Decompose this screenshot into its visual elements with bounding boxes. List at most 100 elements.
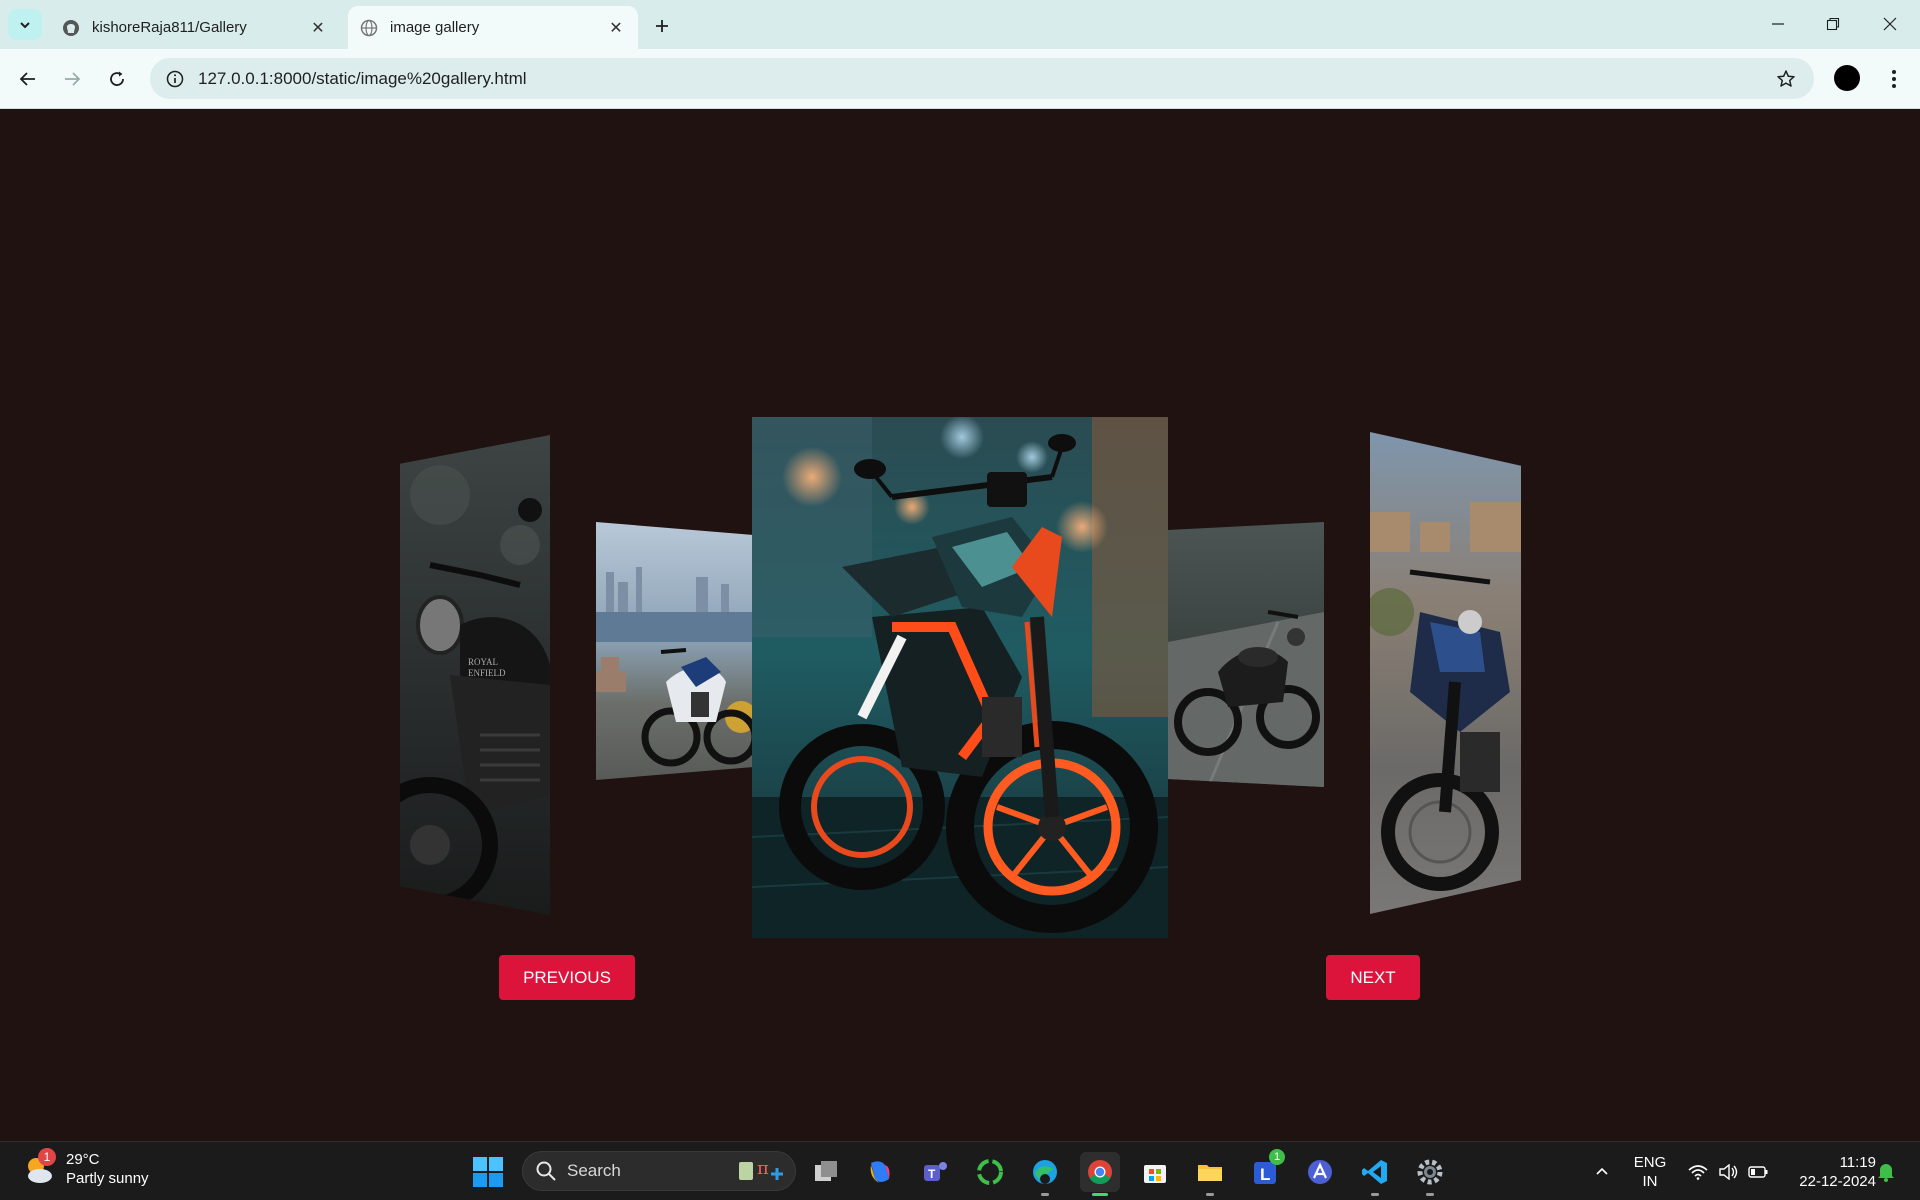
language-region: IN	[1642, 1172, 1658, 1190]
forward-button[interactable]	[56, 63, 88, 95]
language-code: ENG	[1633, 1153, 1667, 1171]
restore-button[interactable]	[1813, 8, 1853, 40]
teams-icon: T	[924, 1162, 947, 1181]
chevron-up-icon	[1596, 1167, 1608, 1175]
search-highlight-icon: π	[739, 1158, 783, 1180]
active-indicator	[1092, 1193, 1108, 1196]
vscode-icon	[1362, 1160, 1387, 1184]
refresh-app-icon	[977, 1159, 1003, 1185]
close-icon[interactable]: ✕	[604, 16, 628, 40]
l-app-button[interactable]: L 1	[1245, 1149, 1285, 1192]
browser-menu-button[interactable]	[1880, 63, 1908, 95]
minimize-button[interactable]	[1758, 8, 1798, 40]
address-bar[interactable]: 127.0.0.1:8000/static/image%20gallery.ht…	[150, 58, 1814, 99]
edge-button[interactable]	[1025, 1152, 1065, 1196]
svg-text:π: π	[757, 1158, 769, 1179]
weather-condition: Partly sunny	[66, 1170, 149, 1187]
folder-icon	[1198, 1165, 1222, 1181]
settings-button[interactable]	[1410, 1152, 1450, 1196]
profile-avatar[interactable]	[1834, 65, 1860, 91]
task-view-button[interactable]	[806, 1152, 846, 1192]
bell-icon	[1878, 1163, 1894, 1182]
search-icon	[536, 1161, 556, 1181]
gallery-slide-center[interactable]	[752, 417, 1168, 938]
vscode-button[interactable]	[1355, 1152, 1395, 1196]
file-explorer-button[interactable]	[1190, 1152, 1230, 1196]
copilot-icon	[870, 1161, 890, 1183]
l-app-badge: 1	[1269, 1149, 1285, 1165]
restore-icon	[1826, 17, 1840, 31]
close-icon[interactable]: ✕	[306, 16, 330, 40]
arc-icon	[1308, 1160, 1332, 1184]
chrome-icon	[1088, 1160, 1112, 1185]
close-icon	[1883, 17, 1897, 31]
url-text[interactable]: 127.0.0.1:8000/static/image%20gallery.ht…	[198, 69, 1772, 89]
taskbar-search[interactable]: Search π	[522, 1151, 796, 1191]
reload-icon	[110, 71, 124, 86]
previous-button[interactable]: PREVIOUS	[499, 955, 635, 1000]
weather-badge: 1	[38, 1148, 56, 1166]
tab-image-gallery[interactable]: image gallery ✕	[348, 6, 638, 49]
refresh-app-button[interactable]	[970, 1152, 1010, 1192]
store-icon	[1144, 1165, 1166, 1183]
more-vertical-icon	[1892, 70, 1896, 88]
volume-status[interactable]	[1714, 1142, 1742, 1200]
reload-button[interactable]	[101, 63, 133, 95]
svg-text:ENFIELD: ENFIELD	[468, 668, 506, 678]
teams-button[interactable]: T	[915, 1152, 955, 1192]
gallery-slide-left-near[interactable]	[596, 522, 752, 780]
bookmark-star-icon[interactable]	[1772, 65, 1800, 93]
tab-github[interactable]: kishoreRaja811/Gallery ✕	[50, 6, 340, 49]
minimize-icon	[1772, 23, 1784, 25]
tab-strip: kishoreRaja811/Gallery ✕ image gallery ✕	[0, 0, 1920, 49]
weather-widget[interactable]: 1 29°C Partly sunny	[22, 1148, 149, 1188]
chevron-down-icon	[20, 21, 30, 28]
next-button[interactable]: NEXT	[1326, 955, 1420, 1000]
chrome-button[interactable]	[1080, 1152, 1120, 1196]
task-view-icon	[815, 1161, 837, 1181]
gallery-slide-left-far[interactable]: ROYAL ENFIELD	[400, 435, 550, 915]
back-button[interactable]	[12, 63, 44, 95]
tab-search-button[interactable]	[8, 9, 42, 40]
arrow-left-icon	[19, 72, 35, 86]
copilot-button[interactable]	[860, 1152, 900, 1192]
wifi-icon	[1688, 1164, 1708, 1180]
partly-sunny-icon: 1	[22, 1148, 56, 1186]
windows-logo-icon	[473, 1157, 503, 1187]
taskbar: 1 29°C Partly sunny Search π T L 1 ENG I…	[0, 1141, 1920, 1200]
svg-text:ROYAL: ROYAL	[468, 657, 498, 667]
close-window-button[interactable]	[1870, 8, 1910, 40]
system-clock[interactable]: 11:19 22-12-2024	[1780, 1142, 1876, 1200]
battery-status[interactable]	[1744, 1142, 1772, 1200]
clock-date: 22-12-2024	[1799, 1172, 1876, 1190]
settings-icon	[1417, 1159, 1443, 1185]
site-info-icon[interactable]	[164, 68, 186, 90]
language-indicator[interactable]: ENG IN	[1628, 1142, 1672, 1200]
gallery-slide-right-near[interactable]	[1168, 522, 1324, 787]
svg-text:T: T	[928, 1167, 936, 1181]
edge-icon	[1033, 1160, 1057, 1184]
browser-toolbar: 127.0.0.1:8000/static/image%20gallery.ht…	[0, 49, 1920, 109]
running-indicator	[1371, 1193, 1379, 1196]
svg-text:L: L	[1260, 1165, 1270, 1184]
weather-temp: 29°C	[66, 1151, 100, 1168]
github-icon	[62, 19, 80, 37]
notifications-button[interactable]	[1870, 1142, 1902, 1200]
show-hidden-icons-button[interactable]	[1588, 1142, 1616, 1200]
plus-icon	[656, 20, 668, 32]
taskbar-search-label: Search	[567, 1161, 621, 1180]
volume-icon	[1719, 1163, 1738, 1180]
tab-title: kishoreRaja811/Gallery	[92, 19, 247, 36]
windows-start-button[interactable]	[472, 1156, 504, 1188]
running-indicator	[1041, 1193, 1049, 1196]
tab-title: image gallery	[390, 19, 480, 36]
new-tab-button[interactable]	[648, 12, 676, 40]
arc-button[interactable]	[1300, 1152, 1340, 1192]
wifi-status[interactable]	[1684, 1142, 1712, 1200]
store-button[interactable]	[1135, 1152, 1175, 1192]
battery-icon	[1748, 1165, 1768, 1178]
globe-icon	[360, 19, 378, 37]
gallery-slide-right-far[interactable]	[1370, 432, 1521, 914]
arrow-right-icon	[65, 72, 81, 86]
gallery-page: ROYAL ENFIELD PREVIOUS NEXT	[0, 109, 1920, 1141]
